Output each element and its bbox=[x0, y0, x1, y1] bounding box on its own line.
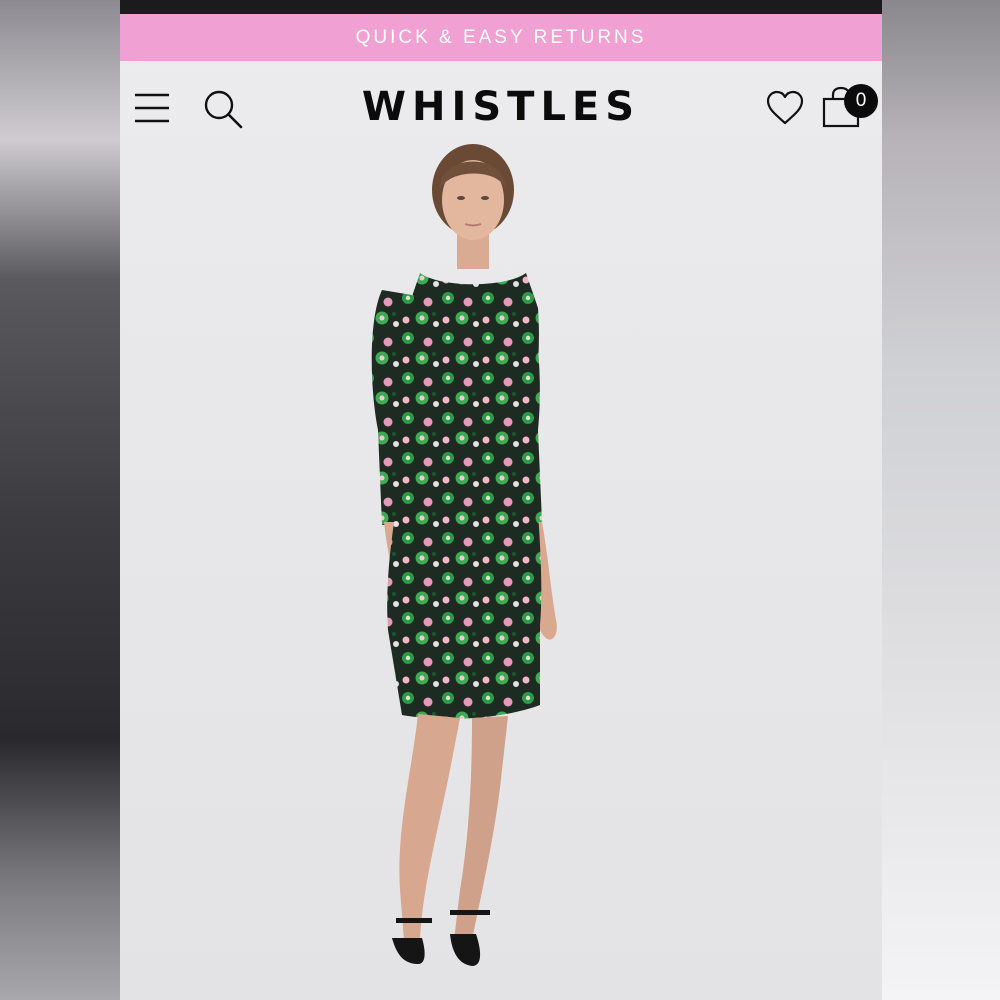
promo-text: QUICK & EASY RETURNS bbox=[355, 26, 647, 48]
product-image[interactable] bbox=[120, 130, 882, 1000]
promo-banner[interactable]: QUICK & EASY RETURNS bbox=[120, 14, 882, 61]
left-blurred-border bbox=[0, 0, 120, 1000]
phone-screen: QUICK & EASY RETURNS WHISTLES 0 bbox=[120, 0, 882, 1000]
heart-icon[interactable] bbox=[766, 90, 804, 126]
search-icon[interactable] bbox=[202, 88, 244, 130]
bag-count-badge[interactable]: 0 bbox=[844, 84, 878, 118]
status-bar bbox=[120, 0, 882, 14]
brand-logo[interactable]: WHISTLES bbox=[362, 84, 640, 130]
hamburger-menu-icon[interactable] bbox=[134, 90, 170, 126]
right-blurred-border bbox=[882, 0, 1000, 1000]
